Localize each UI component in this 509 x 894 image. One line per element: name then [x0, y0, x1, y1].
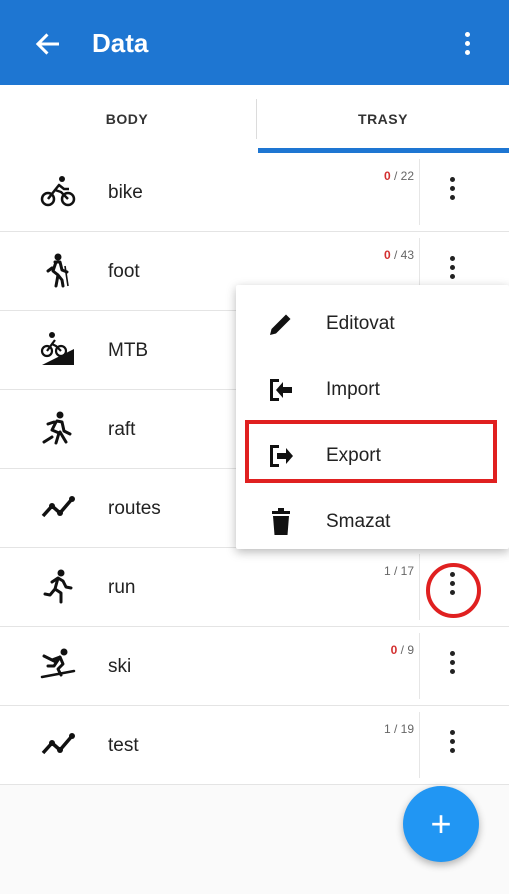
more-vert-icon[interactable] — [447, 256, 457, 284]
tab-body[interactable]: BODY — [0, 85, 254, 153]
count-badge: 1 / 17 — [383, 564, 414, 578]
app-bar: Data — [0, 0, 509, 85]
more-vert-icon[interactable] — [462, 32, 472, 60]
route-icon — [40, 489, 76, 525]
more-vert-icon[interactable] — [447, 730, 457, 758]
pencil-icon — [266, 309, 296, 339]
divider — [419, 159, 420, 225]
list-item[interactable]: ski 0 / 9 — [0, 627, 509, 706]
arrow-left-icon[interactable] — [30, 26, 66, 62]
divider — [419, 554, 420, 620]
export-highlight — [245, 420, 497, 483]
list-item-label: run — [108, 577, 136, 598]
tab-trasy[interactable]: TRASY — [256, 85, 509, 153]
tab-bar: BODY TRASY — [0, 85, 509, 154]
menu-item-delete[interactable]: Smazat — [236, 489, 509, 555]
list-item-label: test — [108, 735, 139, 756]
list-item-label: raft — [108, 419, 136, 440]
raft-icon — [40, 410, 76, 446]
ski-icon — [40, 647, 76, 683]
add-icon: + — [430, 803, 452, 844]
list-item-label: bike — [108, 182, 143, 203]
mtb-icon — [40, 331, 76, 367]
list-item-label: ski — [108, 656, 132, 677]
more-vert-icon[interactable] — [447, 177, 457, 205]
bike-icon — [40, 173, 76, 209]
context-menu: Editovat Import Export Smazat — [236, 285, 509, 549]
list-item-label: routes — [108, 498, 161, 519]
divider — [419, 712, 420, 778]
list-item-label: foot — [108, 261, 140, 282]
divider — [419, 633, 420, 699]
list-item-label: MTB — [108, 340, 149, 361]
list-item[interactable]: bike 0 / 22 — [0, 153, 509, 232]
count-badge: 0 / 43 — [383, 248, 414, 262]
trash-icon — [266, 507, 296, 537]
add-button[interactable]: + — [403, 786, 479, 862]
run-icon — [40, 568, 76, 604]
hiking-icon — [40, 252, 76, 288]
page-title: Data — [92, 28, 149, 58]
count-badge: 0 / 22 — [383, 169, 414, 183]
menu-button-highlight — [426, 563, 481, 618]
count-badge: 0 / 9 — [390, 643, 414, 657]
import-icon — [266, 375, 296, 405]
route-icon — [40, 726, 76, 762]
more-vert-icon[interactable] — [447, 651, 457, 679]
menu-item-edit[interactable]: Editovat — [236, 291, 509, 357]
list-item[interactable]: test 1 / 19 — [0, 706, 509, 785]
menu-item-import[interactable]: Import — [236, 357, 509, 423]
count-badge: 1 / 19 — [383, 722, 414, 736]
